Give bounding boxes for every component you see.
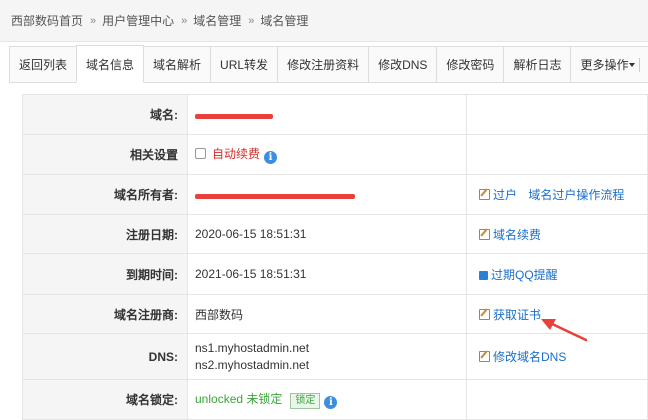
dns-server-2: ns2.myhostadmin.net	[195, 357, 310, 372]
table-row: 域名注册商: 西部数码 获取证书	[22, 294, 648, 334]
transfer-link[interactable]: 过户	[493, 188, 517, 202]
breadcrumb-separator-icon: »	[90, 14, 97, 27]
lock-status: unlocked 未锁定	[195, 392, 283, 406]
domain-label: 域名:	[22, 94, 188, 135]
breadcrumb-current: 域名管理	[260, 14, 309, 28]
domain-action-cell	[466, 94, 648, 135]
redacted-domain	[195, 113, 273, 119]
reg-date-action-cell: 域名续费	[466, 214, 648, 254]
owner-action-cell: 过户 域名过户操作流程	[466, 174, 648, 215]
exp-date-action-cell: 过期QQ提醒	[466, 253, 648, 295]
registrar-label: 域名注册商:	[22, 294, 188, 334]
reg-date-label: 注册日期:	[22, 214, 188, 254]
breadcrumb: 西部数码首页 » 用户管理中心 » 域名管理 » 域名管理	[0, 0, 648, 42]
tab-edit-dns[interactable]: 修改DNS	[368, 46, 438, 82]
divider	[639, 57, 641, 72]
table-row: 域名所有者: 过户 域名过户操作流程	[22, 174, 648, 215]
table-row: 注册日期: 2020-06-15 18:51:31 域名续费	[22, 214, 648, 254]
edit-icon	[479, 308, 490, 320]
edit-icon	[479, 351, 490, 362]
settings-label: 相关设置	[22, 134, 188, 175]
tab-edit-registration[interactable]: 修改注册资料	[277, 46, 370, 82]
dns-label: DNS:	[22, 333, 188, 380]
tab-domain-resolve[interactable]: 域名解析	[143, 46, 212, 82]
reg-date-value: 2020-06-15 18:51:31	[187, 214, 467, 254]
qq-icon	[479, 270, 488, 280]
renew-link[interactable]: 域名续费	[493, 228, 541, 242]
domain-info-table: 域名: 相关设置 自动续费 i 域名所有者: 过户 域名过户操作流程 注册日期: …	[22, 94, 648, 420]
owner-label: 域名所有者:	[22, 174, 188, 215]
tab-resolve-log[interactable]: 解析日志	[503, 46, 572, 82]
tab-back-to-list[interactable]: 返回列表	[9, 46, 78, 82]
transfer-guide-link[interactable]: 域名过户操作流程	[528, 188, 624, 202]
registrar-action-cell: 获取证书	[466, 294, 648, 334]
tab-more-label: 更多操作	[580, 58, 629, 72]
tab-edit-password[interactable]: 修改密码	[436, 46, 505, 82]
tab-url-forward[interactable]: URL转发	[210, 46, 279, 82]
lock-button[interactable]: 锁定	[290, 393, 321, 409]
get-certificate-link[interactable]: 获取证书	[493, 308, 541, 322]
info-icon[interactable]: i	[324, 396, 338, 409]
info-icon[interactable]: i	[264, 151, 278, 164]
table-row: 到期时间: 2021-06-15 18:51:31 过期QQ提醒	[22, 253, 648, 295]
edit-icon	[479, 189, 490, 200]
dns-value: ns1.myhostadmin.net ns2.myhostadmin.net	[187, 333, 467, 380]
auto-renew-checkbox[interactable]	[195, 148, 206, 159]
redacted-owner	[195, 193, 355, 199]
edit-dns-link[interactable]: 修改域名DNS	[493, 350, 566, 364]
settings-action-cell	[466, 134, 648, 175]
owner-value	[187, 174, 467, 215]
auto-renew-label[interactable]: 自动续费	[212, 147, 260, 161]
table-row: DNS: ns1.myhostadmin.net ns2.myhostadmin…	[22, 333, 648, 380]
tab-more-actions[interactable]: 更多操作	[570, 46, 648, 82]
tab-domain-info[interactable]: 域名信息	[76, 45, 145, 83]
exp-date-value: 2021-06-15 18:51:31	[187, 253, 467, 295]
table-row: 域名:	[22, 94, 648, 135]
edit-icon	[479, 228, 490, 240]
exp-date-label: 到期时间:	[22, 253, 188, 295]
settings-value: 自动续费 i	[187, 134, 467, 175]
caret-down-icon	[629, 62, 636, 67]
dns-action-cell: 修改域名DNS	[466, 333, 648, 380]
table-row: 相关设置 自动续费 i	[22, 134, 648, 175]
tab-bar: 返回列表 域名信息 域名解析 URL转发 修改注册资料 修改DNS 修改密码 解…	[9, 44, 648, 83]
breadcrumb-user-center[interactable]: 用户管理中心	[102, 12, 174, 29]
breadcrumb-home[interactable]: 西部数码首页	[11, 12, 83, 29]
registrar-value: 西部数码	[187, 294, 467, 334]
breadcrumb-separator-icon: »	[248, 14, 255, 27]
dns-server-1: ns1.myhostadmin.net	[195, 340, 310, 355]
breadcrumb-separator-icon: »	[181, 14, 188, 27]
breadcrumb-domain-mgmt[interactable]: 域名管理	[193, 12, 241, 29]
domain-value	[187, 94, 467, 135]
expire-qq-reminder-link[interactable]: 过期QQ提醒	[491, 268, 558, 282]
